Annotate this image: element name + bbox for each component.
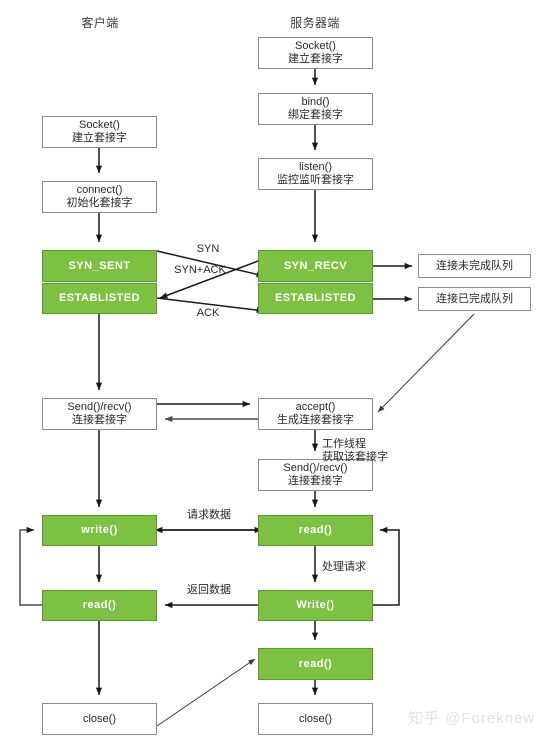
node-client-socket[interactable]: Socket() 建立套接字 — [42, 116, 157, 148]
node-line1: read() — [298, 657, 333, 670]
node-server-close[interactable]: close() — [258, 703, 373, 735]
node-line1: ESTABLISTED — [58, 292, 141, 305]
edge-label-response-data: 返回数据 — [187, 584, 231, 596]
node-line2: 连接套接字 — [288, 475, 343, 487]
node-server-read-1[interactable]: read() — [258, 515, 373, 546]
node-line1: Socket() — [295, 40, 336, 53]
edge-label-handle-request: 处理请求 — [322, 561, 366, 573]
node-server-write[interactable]: Write() — [258, 590, 373, 621]
node-client-syn-sent[interactable]: SYN_SENT — [42, 250, 157, 282]
edge-label-acquire-socket: 获取该套接字 — [322, 451, 388, 463]
node-line1: SYN_RECV — [283, 259, 348, 272]
node-client-write[interactable]: write() — [42, 515, 157, 546]
node-line1: SYN_SENT — [68, 259, 131, 272]
node-server-syn-recv[interactable]: SYN_RECV — [258, 250, 373, 282]
node-line1: Send()/recv() — [67, 401, 132, 414]
node-line1: read() — [298, 524, 333, 537]
diagram-canvas: 客户端 服务器端 Socket() 建立套接字 connect() 初始化套接字… — [0, 0, 536, 740]
node-server-socket[interactable]: Socket() 建立套接字 — [258, 37, 373, 69]
node-server-listen[interactable]: listen() 监控监听套接字 — [258, 158, 373, 190]
node-server-read-2[interactable]: read() — [258, 648, 373, 680]
node-line1: close() — [82, 712, 116, 725]
node-server-established[interactable]: ESTABLISTED — [258, 283, 373, 314]
node-line1: write() — [81, 524, 118, 537]
node-client-established[interactable]: ESTABLISTED — [42, 283, 157, 314]
node-server-bind[interactable]: bind() 绑定套接字 — [258, 93, 373, 125]
node-line2: 初始化套接字 — [66, 197, 133, 209]
node-queue-incomplete[interactable]: 连接未完成队列 — [418, 254, 531, 278]
node-line2: 建立套接字 — [72, 132, 127, 144]
node-line1: close() — [298, 712, 332, 725]
node-client-connect[interactable]: connect() 初始化套接字 — [42, 181, 157, 213]
node-line2: 建立套接字 — [288, 53, 343, 65]
column-header-client: 客户端 — [81, 16, 119, 30]
node-line2: 绑定套接字 — [288, 109, 343, 121]
node-client-send-recv[interactable]: Send()/recv() 连接套接字 — [42, 398, 157, 430]
edge-label-syn: SYN — [196, 243, 220, 255]
node-client-read[interactable]: read() — [42, 590, 157, 621]
node-line1: Write() — [296, 599, 335, 612]
node-line2: 连接套接字 — [72, 414, 127, 426]
watermark: 知乎 @Foreknew — [408, 710, 536, 727]
node-line1: Socket() — [79, 119, 120, 132]
node-line1: accept() — [295, 401, 336, 414]
edge-label-ack: ACK — [196, 307, 220, 319]
column-header-server: 服务器端 — [290, 16, 340, 30]
node-line1: connect() — [76, 184, 123, 197]
node-queue-complete[interactable]: 连接已完成队列 — [418, 287, 531, 311]
edge-label-syn-ack: SYN+ACK — [174, 264, 226, 276]
node-line1: bind() — [301, 96, 330, 109]
node-line1: ESTABLISTED — [274, 292, 357, 305]
node-line1: 连接未完成队列 — [436, 259, 513, 272]
node-client-close[interactable]: close() — [42, 703, 157, 735]
node-line1: listen() — [298, 161, 332, 174]
node-server-accept[interactable]: accept() 生成连接套接字 — [258, 398, 373, 430]
node-line2: 监控监听套接字 — [277, 174, 354, 186]
node-line2: 生成连接套接字 — [277, 414, 354, 426]
node-line1: 连接已完成队列 — [436, 292, 513, 305]
edge-label-request-data: 请求数据 — [187, 509, 231, 521]
node-line1: read() — [82, 599, 117, 612]
